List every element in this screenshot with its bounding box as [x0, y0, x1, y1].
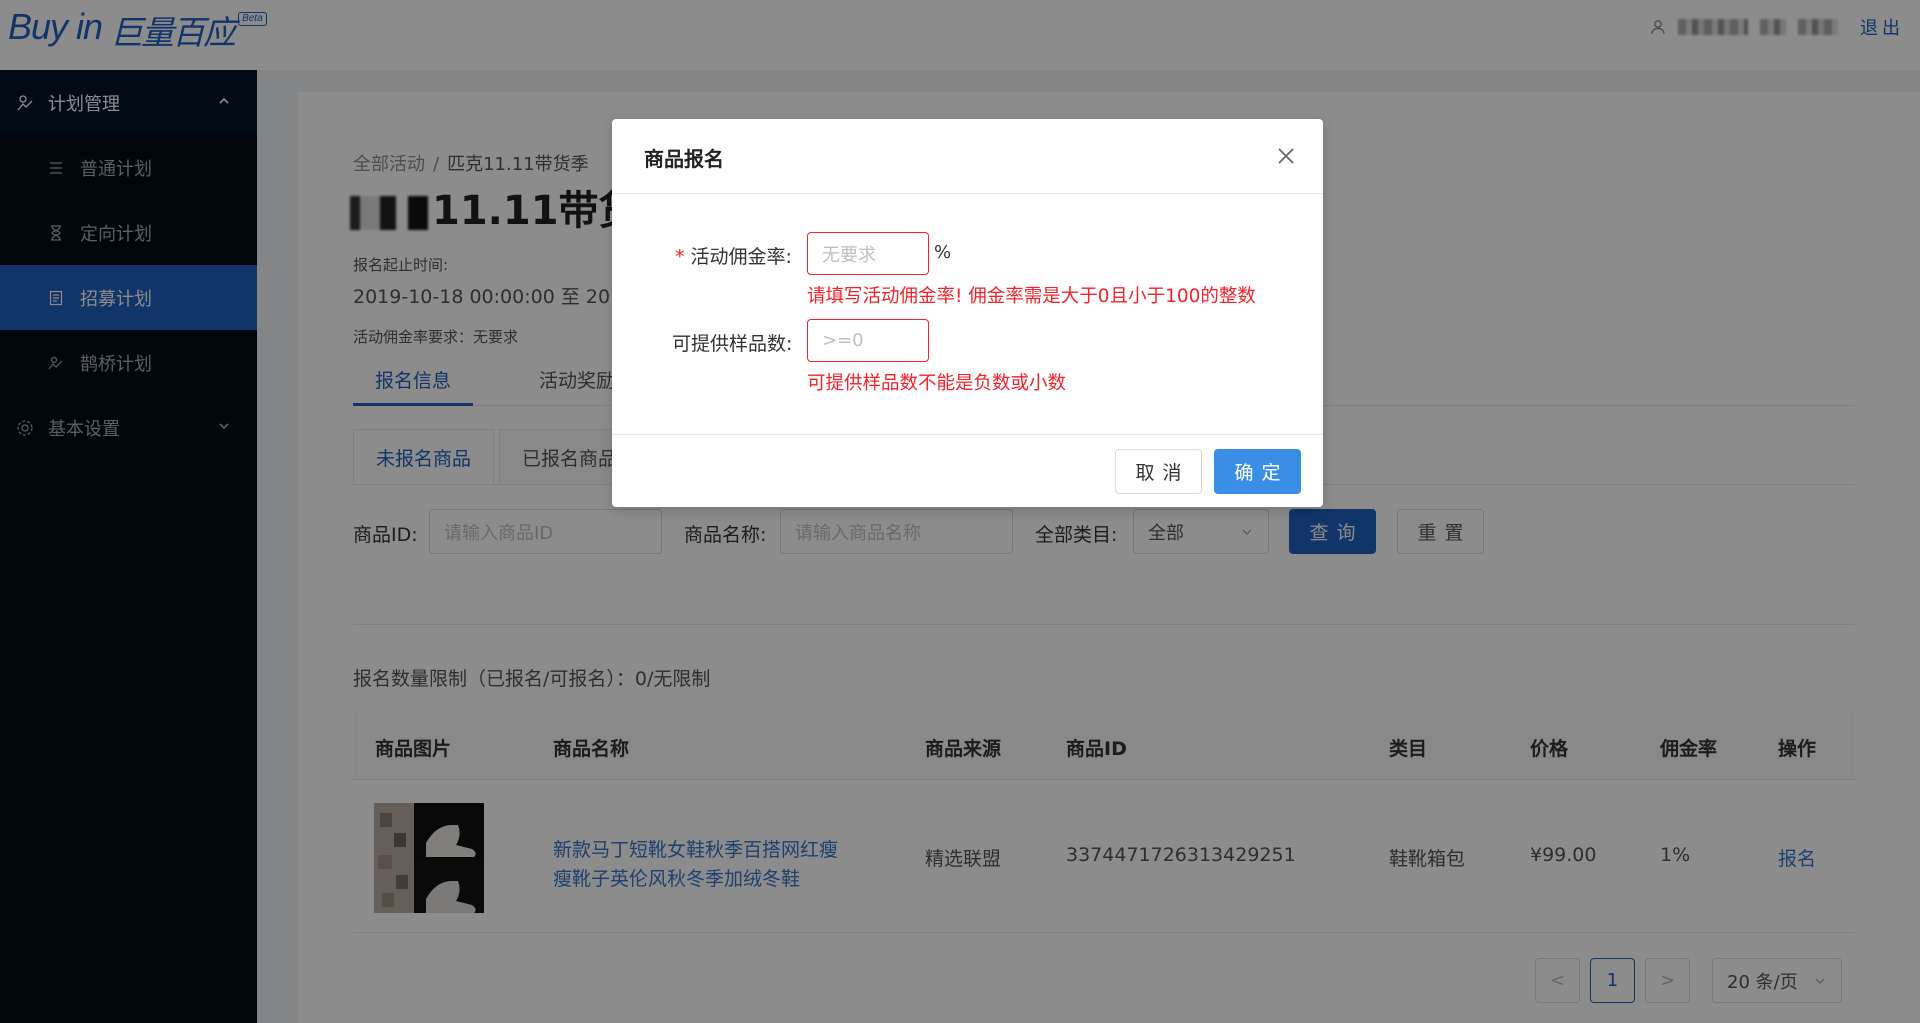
commission-rate-input[interactable]: 无要求: [807, 232, 929, 275]
samples-error: 可提供样品数不能是负数或小数: [807, 373, 1067, 394]
modal-header: 商品报名: [612, 119, 1323, 194]
percent-suffix: %: [934, 242, 952, 263]
required-mark: *: [675, 246, 685, 268]
commission-rate-error: 请填写活动佣金率! 佣金率需是大于0且小于100的整数: [807, 286, 1256, 307]
samples-label: 可提供样品数:: [672, 333, 793, 355]
cancel-button[interactable]: 取消: [1115, 449, 1202, 494]
commission-rate-label-text: 活动佣金率:: [690, 246, 792, 268]
close-icon[interactable]: [1275, 145, 1297, 167]
samples-input[interactable]: >=0: [807, 319, 929, 362]
commission-rate-label: * 活动佣金率:: [675, 242, 792, 269]
confirm-button[interactable]: 确定: [1214, 449, 1301, 494]
modal-title: 商品报名: [644, 147, 724, 171]
product-signup-modal: 商品报名 * 活动佣金率: 无要求 % 请填写活动佣金率! 佣金率需是大于0且小于…: [612, 119, 1323, 507]
modal-footer: 取消 确定: [612, 434, 1323, 507]
